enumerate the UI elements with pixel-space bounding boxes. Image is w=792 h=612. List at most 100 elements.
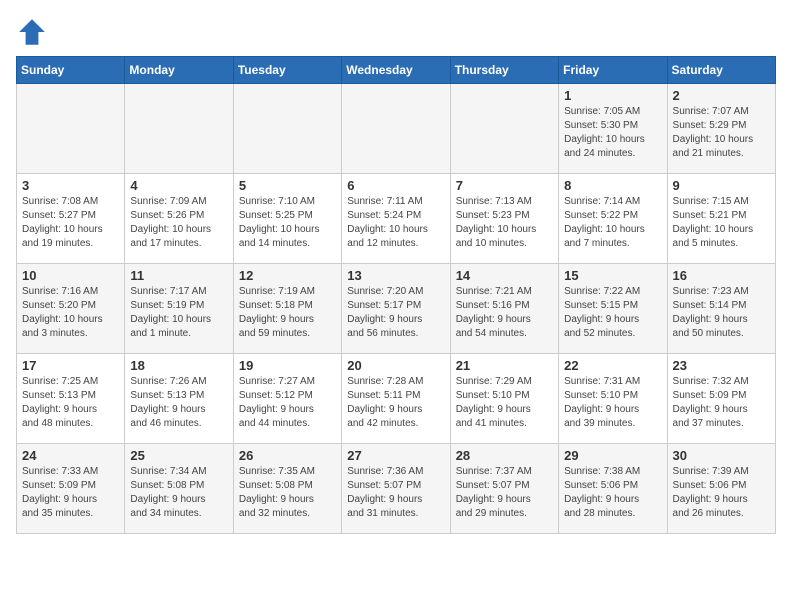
weekday-header-thursday: Thursday: [450, 57, 558, 84]
day-number: 2: [673, 88, 770, 103]
day-number: 7: [456, 178, 553, 193]
calendar-cell: [342, 84, 450, 174]
day-number: 15: [564, 268, 661, 283]
weekday-header-monday: Monday: [125, 57, 233, 84]
calendar-cell: 27 Sunrise: 7:36 AM Sunset: 5:07 PM Dayli…: [342, 444, 450, 534]
calendar-cell: 29Sunrise: 7:38 AM Sunset: 5:06 PM Dayli…: [559, 444, 667, 534]
day-number: 11: [130, 268, 227, 283]
logo: [16, 16, 52, 48]
day-number: 4: [130, 178, 227, 193]
day-info: Sunrise: 7:10 AM Sunset: 5:25 PM Dayligh…: [239, 195, 336, 251]
day-number: 21: [456, 358, 553, 373]
day-number: 8: [564, 178, 661, 193]
day-info: Sunrise: 7:15 AM Sunset: 5:21 PM Dayligh…: [673, 195, 770, 251]
day-number: 25: [130, 448, 227, 463]
day-number: 1: [564, 88, 661, 103]
weekday-header-friday: Friday: [559, 57, 667, 84]
day-number: 19: [239, 358, 336, 373]
calendar-cell: 22 Sunrise: 7:31 AM Sunset: 5:10 PM Dayli…: [559, 354, 667, 444]
calendar-cell: 11 Sunrise: 7:17 AM Sunset: 5:19 PM Dayli…: [125, 264, 233, 354]
day-info: Sunrise: 7:09 AM Sunset: 5:26 PM Dayligh…: [130, 195, 227, 251]
day-info: Sunrise: 7:07 AM Sunset: 5:29 PM Dayligh…: [673, 105, 770, 161]
week-row-4: 17 Sunrise: 7:25 AM Sunset: 5:13 PM Dayli…: [17, 354, 776, 444]
day-number: 13: [347, 268, 444, 283]
calendar-cell: 3 Sunrise: 7:08 AM Sunset: 5:27 PM Daylig…: [17, 174, 125, 264]
day-info: Sunrise: 7:23 AM Sunset: 5:14 PM Dayligh…: [673, 285, 770, 341]
day-number: 10: [22, 268, 119, 283]
day-number: 27: [347, 448, 444, 463]
day-number: 22: [564, 358, 661, 373]
day-info: Sunrise: 7:26 AM Sunset: 5:13 PM Dayligh…: [130, 375, 227, 431]
calendar-cell: 23 Sunrise: 7:32 AM Sunset: 5:09 PM Dayli…: [667, 354, 775, 444]
calendar-cell: 14 Sunrise: 7:21 AM Sunset: 5:16 PM Dayli…: [450, 264, 558, 354]
day-number: 18: [130, 358, 227, 373]
calendar-cell: 20 Sunrise: 7:28 AM Sunset: 5:11 PM Dayli…: [342, 354, 450, 444]
calendar-cell: 5 Sunrise: 7:10 AM Sunset: 5:25 PM Daylig…: [233, 174, 341, 264]
day-number: 26: [239, 448, 336, 463]
day-number: 9: [673, 178, 770, 193]
day-number: 6: [347, 178, 444, 193]
day-info: Sunrise: 7:36 AM Sunset: 5:07 PM Dayligh…: [347, 465, 444, 521]
calendar-cell: [125, 84, 233, 174]
weekday-header-sunday: Sunday: [17, 57, 125, 84]
calendar-cell: 1 Sunrise: 7:05 AM Sunset: 5:30 PM Daylig…: [559, 84, 667, 174]
day-number: 14: [456, 268, 553, 283]
calendar-cell: 6 Sunrise: 7:11 AM Sunset: 5:24 PM Daylig…: [342, 174, 450, 264]
day-info: Sunrise: 7:20 AM Sunset: 5:17 PM Dayligh…: [347, 285, 444, 341]
day-info: Sunrise: 7:08 AM Sunset: 5:27 PM Dayligh…: [22, 195, 119, 251]
day-number: 3: [22, 178, 119, 193]
week-row-2: 3 Sunrise: 7:08 AM Sunset: 5:27 PM Daylig…: [17, 174, 776, 264]
page-header: [16, 16, 776, 48]
calendar-cell: 10 Sunrise: 7:16 AM Sunset: 5:20 PM Dayli…: [17, 264, 125, 354]
week-row-1: 1 Sunrise: 7:05 AM Sunset: 5:30 PM Daylig…: [17, 84, 776, 174]
calendar-cell: 24Sunrise: 7:33 AM Sunset: 5:09 PM Dayli…: [17, 444, 125, 534]
day-number: 5: [239, 178, 336, 193]
day-info: Sunrise: 7:32 AM Sunset: 5:09 PM Dayligh…: [673, 375, 770, 431]
calendar-cell: 15 Sunrise: 7:22 AM Sunset: 5:15 PM Dayli…: [559, 264, 667, 354]
day-info: Sunrise: 7:14 AM Sunset: 5:22 PM Dayligh…: [564, 195, 661, 251]
day-info: Sunrise: 7:17 AM Sunset: 5:19 PM Dayligh…: [130, 285, 227, 341]
calendar-cell: 26 Sunrise: 7:35 AM Sunset: 5:08 PM Dayli…: [233, 444, 341, 534]
calendar-cell: [450, 84, 558, 174]
day-info: Sunrise: 7:11 AM Sunset: 5:24 PM Dayligh…: [347, 195, 444, 251]
day-info: Sunrise: 7:16 AM Sunset: 5:20 PM Dayligh…: [22, 285, 119, 341]
day-info: Sunrise: 7:27 AM Sunset: 5:12 PM Dayligh…: [239, 375, 336, 431]
day-number: 30: [673, 448, 770, 463]
day-number: 23: [673, 358, 770, 373]
day-info: Sunrise: 7:37 AM Sunset: 5:07 PM Dayligh…: [456, 465, 553, 521]
calendar-cell: 21 Sunrise: 7:29 AM Sunset: 5:10 PM Dayli…: [450, 354, 558, 444]
day-number: 20: [347, 358, 444, 373]
calendar-cell: 19 Sunrise: 7:27 AM Sunset: 5:12 PM Dayli…: [233, 354, 341, 444]
weekday-header-row: SundayMondayTuesdayWednesdayThursdayFrid…: [17, 57, 776, 84]
week-row-3: 10 Sunrise: 7:16 AM Sunset: 5:20 PM Dayli…: [17, 264, 776, 354]
calendar-cell: [17, 84, 125, 174]
day-info: Sunrise: 7:28 AM Sunset: 5:11 PM Dayligh…: [347, 375, 444, 431]
calendar-cell: 12Sunrise: 7:19 AM Sunset: 5:18 PM Dayli…: [233, 264, 341, 354]
calendar-cell: 25 Sunrise: 7:34 AM Sunset: 5:08 PM Dayli…: [125, 444, 233, 534]
calendar-cell: 17 Sunrise: 7:25 AM Sunset: 5:13 PM Dayli…: [17, 354, 125, 444]
day-info: Sunrise: 7:21 AM Sunset: 5:16 PM Dayligh…: [456, 285, 553, 341]
day-info: Sunrise: 7:35 AM Sunset: 5:08 PM Dayligh…: [239, 465, 336, 521]
day-info: Sunrise: 7:13 AM Sunset: 5:23 PM Dayligh…: [456, 195, 553, 251]
day-info: Sunrise: 7:22 AM Sunset: 5:15 PM Dayligh…: [564, 285, 661, 341]
calendar-cell: 16 Sunrise: 7:23 AM Sunset: 5:14 PM Dayli…: [667, 264, 775, 354]
logo-icon: [16, 16, 48, 48]
day-number: 28: [456, 448, 553, 463]
day-number: 24: [22, 448, 119, 463]
calendar-cell: 13 Sunrise: 7:20 AM Sunset: 5:17 PM Dayli…: [342, 264, 450, 354]
day-number: 29: [564, 448, 661, 463]
day-info: Sunrise: 7:05 AM Sunset: 5:30 PM Dayligh…: [564, 105, 661, 161]
day-info: Sunrise: 7:29 AM Sunset: 5:10 PM Dayligh…: [456, 375, 553, 431]
calendar-cell: [233, 84, 341, 174]
calendar-cell: 18 Sunrise: 7:26 AM Sunset: 5:13 PM Dayli…: [125, 354, 233, 444]
calendar-cell: 28 Sunrise: 7:37 AM Sunset: 5:07 PM Dayli…: [450, 444, 558, 534]
weekday-header-wednesday: Wednesday: [342, 57, 450, 84]
day-info: Sunrise: 7:31 AM Sunset: 5:10 PM Dayligh…: [564, 375, 661, 431]
calendar-table: SundayMondayTuesdayWednesdayThursdayFrid…: [16, 56, 776, 534]
calendar-cell: 4 Sunrise: 7:09 AM Sunset: 5:26 PM Daylig…: [125, 174, 233, 264]
day-number: 16: [673, 268, 770, 283]
calendar-cell: 8 Sunrise: 7:14 AM Sunset: 5:22 PM Daylig…: [559, 174, 667, 264]
day-info: Sunrise: 7:34 AM Sunset: 5:08 PM Dayligh…: [130, 465, 227, 521]
day-number: 17: [22, 358, 119, 373]
day-info: Sunrise: 7:25 AM Sunset: 5:13 PM Dayligh…: [22, 375, 119, 431]
